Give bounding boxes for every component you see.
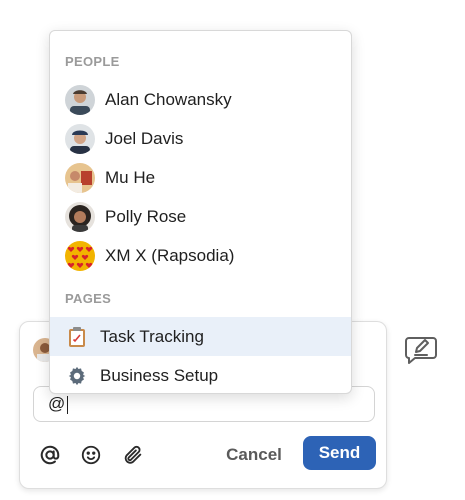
person-name: Joel Davis <box>105 128 184 148</box>
cancel-button[interactable]: Cancel <box>224 438 284 472</box>
paperclip-icon[interactable] <box>120 442 146 468</box>
page-name: Task Tracking <box>100 326 204 346</box>
person-item-mu-he[interactable]: Mu He <box>50 158 351 197</box>
person-name: Polly Rose <box>105 206 187 226</box>
person-avatar <box>65 162 95 193</box>
person-name: Alan Chowansky <box>105 89 232 109</box>
comment-input-value: @ <box>48 394 66 413</box>
person-name: XM X (Rapsodia) <box>105 245 235 265</box>
page-item-business-setup[interactable]: Business Setup <box>50 356 351 393</box>
people-heading: PEOPLE <box>65 54 120 69</box>
person-item-polly-rose[interactable]: Polly Rose <box>50 197 351 236</box>
send-button[interactable]: Send <box>303 436 376 470</box>
page-name: Business Setup <box>100 365 219 385</box>
mention-dropdown: PEOPLE Alan Chowansky Joel Davis Mu He P… <box>49 30 352 394</box>
emoji-icon[interactable] <box>78 442 104 468</box>
edit-comment-icon[interactable] <box>403 334 439 366</box>
page-item-task-tracking[interactable]: Task Tracking <box>50 317 351 356</box>
clipboard-icon <box>66 326 88 348</box>
person-avatar <box>65 201 95 232</box>
at-mention-icon[interactable] <box>37 442 63 468</box>
person-name: Mu He <box>105 167 156 187</box>
person-item-joel-davis[interactable]: Joel Davis <box>50 119 351 158</box>
person-avatar <box>65 123 95 154</box>
heart-pattern-avatar <box>65 240 95 271</box>
person-item-xm-x-rapsodia[interactable]: XM X (Rapsodia) <box>50 236 351 275</box>
person-item-alan-chowansky[interactable]: Alan Chowansky <box>50 80 351 119</box>
gear-icon <box>66 365 88 387</box>
person-avatar <box>65 84 95 115</box>
pages-heading: PAGES <box>65 291 112 306</box>
